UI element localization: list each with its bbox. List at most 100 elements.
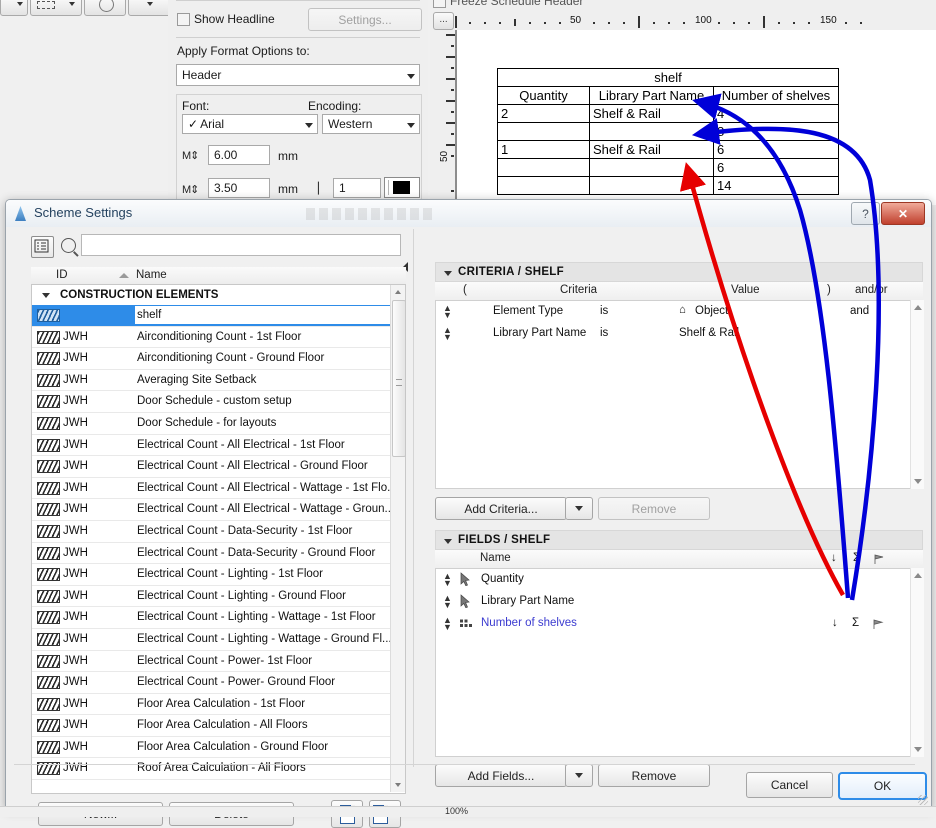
- pen-number-field[interactable]: 1: [333, 178, 381, 198]
- list-item[interactable]: JWH Averaging Site Setback: [32, 370, 405, 392]
- reorder-handle-icon[interactable]: ▲ ▼: [443, 594, 452, 610]
- scroll-up-arrow[interactable]: [914, 305, 922, 310]
- col-header-number-of-shelves: Number of shelves: [713, 86, 839, 105]
- criteria-row[interactable]: ▲ ▼ Library Part Name is Shelf & Rail: [436, 323, 922, 345]
- sort-ascending-icon[interactable]: [119, 273, 129, 278]
- list-item-id: JWH: [63, 481, 88, 494]
- ruler-origin-button[interactable]: ...: [433, 12, 454, 30]
- chevron-down-icon: [444, 539, 452, 544]
- schedule-canvas[interactable]: shelf Quantity Library Part Name Number …: [455, 30, 936, 205]
- list-item[interactable]: JWH Electrical Count - All Electrical - W…: [32, 499, 405, 521]
- fields-section-header[interactable]: FIELDS / SHELF: [435, 530, 923, 550]
- ok-button[interactable]: OK: [838, 772, 927, 800]
- list-item[interactable]: JWH Electrical Count - Lighting - Ground …: [32, 586, 405, 608]
- show-headline-checkbox[interactable]: [177, 13, 190, 26]
- reorder-handle-icon[interactable]: ▲ ▼: [443, 572, 452, 588]
- cancel-button[interactable]: Cancel: [746, 772, 833, 798]
- toolbar-button-1[interactable]: [0, 0, 28, 16]
- list-item[interactable]: JWH Electrical Count - Lighting - Wattage…: [32, 607, 405, 629]
- vertical-ruler[interactable]: 50: [438, 30, 455, 205]
- toolbar-button-circle[interactable]: [84, 0, 126, 16]
- list-item[interactable]: JWH Floor Area Calculation - All Floors: [32, 715, 405, 737]
- toolbar-button-dashed[interactable]: [30, 0, 82, 16]
- list-item[interactable]: JWH Electrical Count - Lighting - Wattage…: [32, 629, 405, 651]
- scroll-down-arrow[interactable]: [914, 479, 922, 484]
- add-fields-dropdown[interactable]: [565, 764, 593, 787]
- reorder-handle-icon[interactable]: ▲ ▼: [443, 304, 452, 320]
- pane-divider: [413, 229, 414, 767]
- pen-color-button[interactable]: [384, 177, 420, 198]
- field-flag-icon[interactable]: [872, 618, 885, 633]
- list-group-construction-elements[interactable]: CONSTRUCTION ELEMENTS: [32, 285, 405, 305]
- scheme-hatch-icon: [37, 309, 60, 322]
- scheme-hatch-icon: [37, 373, 60, 387]
- scroll-down-arrow[interactable]: [914, 747, 922, 752]
- field-row-number-of-shelves[interactable]: ▲ ▼ Number of shelves ↓ Σ: [436, 613, 922, 635]
- criteria-operator: is: [600, 305, 609, 317]
- list-item[interactable]: JWH Electrical Count - Data-Security - Gr…: [32, 543, 405, 565]
- criteria-section-header[interactable]: CRITERIA / SHELF: [435, 262, 923, 282]
- add-criteria-dropdown[interactable]: [565, 497, 593, 520]
- apply-format-select[interactable]: Header: [176, 64, 420, 86]
- criteria-scrollbar[interactable]: [910, 300, 924, 489]
- field-sort-arrow-icon[interactable]: ↓: [832, 617, 838, 629]
- list-scrollbar[interactable]: [390, 285, 406, 792]
- list-item[interactable]: JWH Electrical Count - Lighting - 1st Flo…: [32, 564, 405, 586]
- add-fields-button[interactable]: Add Fields...: [435, 764, 567, 787]
- list-item-selected-shelf[interactable]: shelf: [32, 305, 405, 327]
- text-size-2-field[interactable]: 3.50: [208, 178, 270, 198]
- list-item[interactable]: JWH Electrical Count - All Electrical - 1…: [32, 435, 405, 457]
- list-item[interactable]: JWH Airconditioning Count - Ground Floor: [32, 348, 405, 370]
- scheme-list[interactable]: CONSTRUCTION ELEMENTS shelf JWH Aircondit…: [31, 284, 406, 794]
- remove-criteria-button[interactable]: Remove: [598, 497, 710, 520]
- help-button[interactable]: ?: [851, 202, 880, 225]
- encoding-select[interactable]: Western: [322, 114, 420, 134]
- horizontal-ruler[interactable]: 50 100 150: [455, 10, 936, 31]
- scroll-thumb[interactable]: [392, 300, 406, 457]
- list-item[interactable]: JWH Electrical Count - All Electrical - W…: [32, 478, 405, 500]
- font-select[interactable]: ✓ Arial: [182, 114, 318, 134]
- remove-fields-button[interactable]: Remove: [598, 764, 710, 787]
- scroll-up-arrow[interactable]: [391, 285, 405, 299]
- search-bar: [31, 234, 406, 260]
- list-item[interactable]: JWH Electrical Count - All Electrical - G…: [32, 456, 405, 478]
- sum-sigma-icon[interactable]: Σ: [853, 552, 860, 564]
- list-item[interactable]: JWH Floor Area Calculation - 1st Floor: [32, 694, 405, 716]
- list-item[interactable]: JWH Roof Area Calculation - All Floors: [32, 758, 405, 781]
- resize-grip[interactable]: [918, 795, 928, 805]
- criteria-andor: and: [850, 305, 870, 317]
- list-item[interactable]: JWH Door Schedule - custom setup: [32, 391, 405, 413]
- scheme-hatch-icon: [37, 395, 60, 409]
- list-item[interactable]: JWH Electrical Count - Power- 1st Floor: [32, 651, 405, 673]
- reorder-handle-icon[interactable]: ▲ ▼: [443, 326, 452, 342]
- toolbar-button-caret[interactable]: [128, 0, 172, 16]
- reorder-handle-icon[interactable]: ▲ ▼: [443, 616, 452, 632]
- list-item[interactable]: JWH Floor Area Calculation - Ground Floor: [32, 737, 405, 759]
- criteria-list[interactable]: ▲ ▼ Element Type is ⌂ Object and ▲ ▼ Libra…: [435, 300, 923, 489]
- fields-list[interactable]: ▲ ▼ Quantity ▲ ▼ Library Part Name ▲ ▼ N…: [435, 568, 923, 757]
- scroll-down-arrow[interactable]: [391, 778, 405, 792]
- close-button[interactable]: ✕: [881, 202, 925, 225]
- field-sum-sigma-icon[interactable]: Σ: [852, 617, 859, 629]
- fields-section-title: FIELDS / SHELF: [458, 534, 551, 546]
- list-item[interactable]: JWH Door Schedule - for layouts: [32, 413, 405, 435]
- criteria-row[interactable]: ▲ ▼ Element Type is ⌂ Object and: [436, 301, 922, 323]
- field-row[interactable]: ▲ ▼ Library Part Name: [436, 591, 922, 613]
- apply-format-label: Apply Format Options to:: [177, 44, 310, 58]
- list-item-id: JWH: [63, 373, 88, 386]
- text-size-1-field[interactable]: 6.00: [208, 145, 270, 165]
- list-view-icon[interactable]: [31, 236, 54, 258]
- list-item[interactable]: JWH Airconditioning Count - 1st Floor: [32, 327, 405, 349]
- sort-arrow-icon[interactable]: ↓: [831, 552, 837, 564]
- add-criteria-button[interactable]: Add Criteria...: [435, 497, 567, 520]
- search-input[interactable]: [81, 234, 401, 256]
- list-item[interactable]: JWH Electrical Count - Data-Security - 1s…: [32, 521, 405, 543]
- flag-icon[interactable]: [873, 553, 885, 568]
- dialog-title-bar[interactable]: Scheme Settings ? ✕: [6, 200, 931, 227]
- list-item[interactable]: JWH Electrical Count - Power- Ground Floo…: [32, 672, 405, 694]
- scroll-up-arrow[interactable]: [914, 573, 922, 578]
- field-row[interactable]: ▲ ▼ Quantity: [436, 569, 922, 591]
- fields-scrollbar[interactable]: [910, 568, 924, 757]
- settings-button[interactable]: Settings...: [308, 8, 422, 31]
- freeze-header-checkbox[interactable]: [433, 0, 446, 8]
